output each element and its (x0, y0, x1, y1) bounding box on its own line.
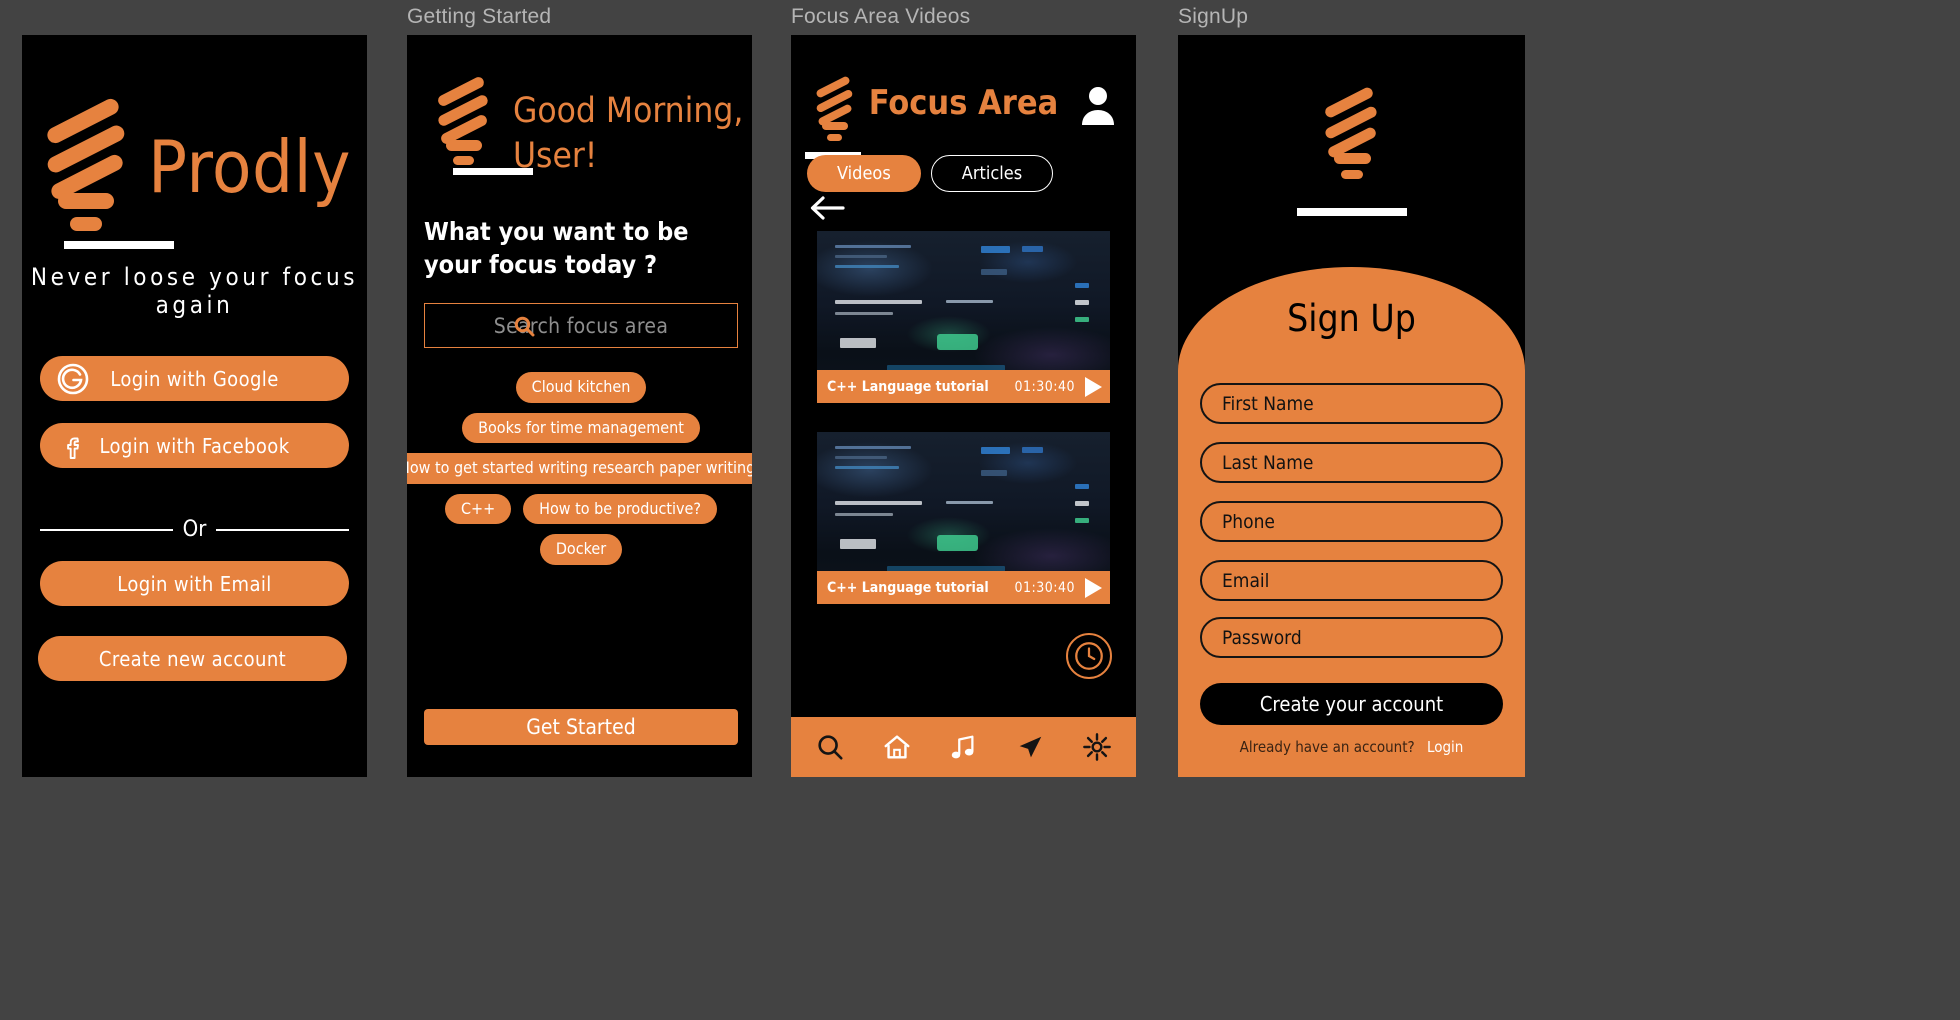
focus-tag[interactable]: How to get started writing research pape… (407, 453, 752, 484)
content-type-tabs: Videos Articles (807, 155, 1054, 192)
nav-navigation-button[interactable] (1010, 727, 1050, 767)
user-icon (1082, 87, 1114, 125)
search-icon (818, 735, 843, 760)
getting-started-screen: Good Morning, User! What you want to be … (407, 35, 752, 777)
gear-icon (1082, 733, 1111, 761)
signup-title: Sign Up (1287, 297, 1416, 340)
home-icon (884, 735, 910, 759)
login-with-facebook-button[interactable]: Login with Facebook (40, 423, 349, 468)
last-name-field[interactable]: Last Name (1200, 442, 1503, 483)
logo-base-bar (453, 168, 533, 175)
video-duration: 01:30:40 (1014, 579, 1075, 596)
tab-videos-label: Videos (837, 163, 891, 184)
navigation-icon (1019, 736, 1042, 758)
signup-screen: Sign Up First Name Last Name Phone Email… (1178, 35, 1525, 777)
bottom-nav-bar (791, 717, 1136, 777)
frame-label-getting-started: Getting Started (407, 5, 552, 28)
get-started-label: Get Started (526, 715, 636, 739)
prodly-logo-icon (38, 96, 138, 237)
create-new-account-button[interactable]: Create new account (38, 636, 347, 681)
tab-articles[interactable]: Articles (930, 155, 1054, 192)
create-new-account-label: Create new account (98, 646, 287, 671)
login-with-google-label: Login with Google (110, 366, 279, 391)
focus-area-screen: Focus Area Videos Articles C++ Language … (791, 35, 1136, 777)
login-with-email-button[interactable]: Login with Email (40, 561, 349, 606)
logo-base-bar (64, 241, 174, 249)
google-icon (56, 362, 90, 396)
divider-line-left (40, 528, 173, 531)
login-with-email-label: Login with Email (117, 571, 272, 596)
greeting-block: Good Morning, User! (433, 75, 743, 179)
divider-line-right (216, 528, 349, 531)
or-divider: Or (40, 517, 349, 542)
video-card[interactable]: C++ Language tutorial 01:30:40 (817, 432, 1110, 604)
focus-tag[interactable]: Docker (539, 534, 623, 565)
video-card[interactable]: C++ Language tutorial 01:30:40 (817, 231, 1110, 403)
back-arrow-icon (810, 196, 845, 220)
password-field[interactable]: Password (1200, 617, 1503, 658)
first-name-field[interactable]: First Name (1200, 383, 1503, 424)
tab-videos[interactable]: Videos (807, 155, 921, 192)
frame-label-focus-area: Focus Area Videos (791, 5, 971, 28)
create-account-button[interactable]: Create your account (1200, 683, 1503, 725)
focus-tag[interactable]: Cloud kitchen (515, 372, 647, 403)
focus-tag[interactable]: Books for time management (462, 412, 700, 444)
login-screen: Prodly Never loose your focus again Logi… (22, 35, 367, 777)
login-prompt: Already have an account? Login (1178, 738, 1525, 756)
nav-music-button[interactable] (943, 727, 983, 767)
design-board: Getting Started Focus Area Videos SignUp… (0, 0, 1960, 1020)
frame-label-signup: SignUp (1178, 5, 1249, 28)
focus-tag[interactable]: How to be productive? (523, 493, 718, 525)
music-icon (952, 735, 974, 759)
login-with-facebook-label: Login with Facebook (99, 433, 290, 458)
search-input[interactable]: Search focus area (424, 303, 738, 348)
tab-articles-label: Articles (961, 163, 1023, 184)
or-label: Or (182, 517, 207, 542)
video-caption: C++ Language tutorial 01:30:40 (817, 370, 1110, 403)
focus-tag[interactable]: C++ (444, 493, 512, 525)
prodly-logo-icon (1320, 85, 1384, 183)
nav-home-button[interactable] (877, 727, 917, 767)
nav-settings-button[interactable] (1077, 727, 1117, 767)
focus-question: What you want to be your focus today ? (424, 217, 689, 279)
video-duration: 01:30:40 (1014, 378, 1075, 395)
logo-base-bar (1297, 208, 1407, 216)
brand-lockup (1178, 85, 1525, 183)
login-with-google-button[interactable]: Login with Google (40, 356, 349, 401)
prodly-logo-icon (433, 75, 495, 169)
back-arrow-button[interactable] (809, 193, 845, 223)
tagline: Never loose your focus again (30, 263, 359, 319)
timer-fab-button[interactable] (1066, 633, 1112, 679)
brand-lockup: Prodly (22, 96, 367, 237)
facebook-icon (56, 429, 90, 463)
video-title: C++ Language tutorial (827, 579, 989, 596)
nav-search-button[interactable] (810, 727, 850, 767)
email-field[interactable]: Email (1200, 560, 1503, 601)
greeting-line-2: User! (513, 135, 598, 176)
video-caption: C++ Language tutorial 01:30:40 (817, 571, 1110, 604)
greeting-text: Good Morning, User! (513, 89, 743, 179)
login-link[interactable]: Login (1427, 738, 1463, 756)
brand-name: Prodly (148, 125, 351, 209)
video-title: C++ Language tutorial (827, 378, 989, 395)
phone-field[interactable]: Phone (1200, 501, 1503, 542)
clock-icon (1075, 642, 1103, 670)
profile-avatar-button[interactable] (1080, 85, 1116, 125)
focus-tag-list: Cloud kitchen Books for time management … (407, 372, 752, 565)
already-have-account-text: Already have an account? (1239, 738, 1415, 756)
play-icon[interactable] (1085, 376, 1102, 397)
get-started-button[interactable]: Get Started (424, 709, 738, 745)
play-icon[interactable] (1085, 577, 1102, 598)
greeting-line-1: Good Morning, (513, 91, 744, 131)
search-icon (513, 315, 535, 337)
create-account-label: Create your account (1259, 692, 1444, 716)
